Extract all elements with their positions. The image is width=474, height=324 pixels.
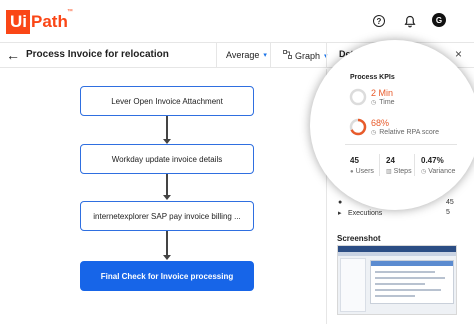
close-icon[interactable]: ×: [455, 47, 462, 61]
score-icon: ◷: [371, 130, 377, 136]
user-icon: ●: [350, 168, 354, 175]
flow-edge: [166, 174, 168, 196]
thumb-line: [375, 289, 441, 291]
variance-value: 0.47%: [421, 156, 444, 165]
thumb-dialog: [370, 260, 454, 304]
arrow-head-icon: [163, 255, 171, 260]
logo-path-text: Path: [31, 12, 68, 31]
logo-ui-text: Ui: [6, 10, 30, 34]
rpa-score-value: 68%: [371, 118, 390, 128]
thumb-sidebar: [340, 258, 366, 312]
screenshot-thumbnail[interactable]: [337, 245, 457, 315]
panel-users-value: 45: [446, 199, 454, 206]
view-dropdown[interactable]: Graph ▾: [283, 50, 328, 61]
time-label: Time: [379, 99, 395, 106]
back-arrow-icon[interactable]: ←: [6, 47, 20, 63]
page-title: Process Invoice for relocation: [26, 49, 169, 60]
steps-label-row: ▥ Steps: [386, 168, 412, 175]
flow-edge: [166, 116, 168, 140]
stat-divider: [379, 154, 380, 176]
users-value: 45: [350, 156, 359, 165]
rpa-label-row: ◷ Relative RPA score: [371, 129, 439, 136]
header-divider: [270, 43, 271, 68]
executions-row: ▸ Executions: [338, 209, 383, 218]
rpa-score-label: Relative RPA score: [379, 129, 440, 136]
uipath-logo[interactable]: Ui Path ™: [6, 9, 73, 35]
flow-node[interactable]: internetexplorer SAP pay invoice billing…: [80, 201, 254, 231]
thumb-line: [375, 295, 415, 297]
metric-dropdown[interactable]: Average ▾: [226, 50, 267, 60]
variance-label: Variance: [428, 168, 456, 175]
thumb-line: [375, 283, 425, 285]
users-label: Users: [355, 168, 374, 175]
thumb-line: [375, 277, 445, 279]
steps-label: Steps: [393, 168, 412, 175]
steps-value: 24: [386, 156, 395, 165]
flow-edge: [166, 231, 168, 256]
arrow-head-icon: [163, 195, 171, 200]
thumb-line: [375, 271, 435, 273]
view-dropdown-label: Graph: [295, 50, 321, 61]
kpi-magnifier: [310, 40, 474, 210]
flow-node[interactable]: Workday update invoice details: [80, 144, 254, 174]
flow-node-final[interactable]: Final Check for Invoice processing: [80, 261, 254, 291]
user-icon: ●: [338, 199, 343, 206]
screenshot-title: Screenshot: [337, 234, 381, 243]
users-label-row: ● Users: [350, 168, 374, 175]
flow-node[interactable]: Lever Open Invoice Attachment: [80, 86, 254, 116]
graph-icon: [283, 50, 292, 61]
thumb-toolbar: [338, 252, 456, 256]
help-icon[interactable]: ?: [373, 15, 385, 27]
chevron-down-icon: ▾: [263, 52, 267, 59]
top-bar: Ui Path ™ ? G: [0, 0, 474, 42]
logo-trademark: ™: [66, 9, 73, 15]
time-label-row: ◷ Time: [371, 99, 395, 106]
header-divider: [326, 43, 327, 68]
thumb-dialog-bar: [371, 261, 453, 266]
time-ring-icon: [349, 88, 367, 106]
header-divider: [216, 43, 217, 68]
executions-icon: ▸: [338, 210, 342, 217]
steps-icon: ▥: [386, 169, 392, 175]
bell-icon[interactable]: [403, 14, 417, 28]
kpi-divider: [345, 144, 457, 145]
clock-icon: ◷: [371, 100, 377, 106]
variance-label-row: ◷ Variance: [421, 168, 455, 175]
stat-divider: [414, 154, 415, 176]
avatar[interactable]: G: [432, 13, 446, 27]
rpa-score-ring-icon: [349, 118, 367, 136]
panel-users-row: ●: [338, 199, 348, 206]
kpi-title: Process KPIs: [350, 74, 395, 81]
executions-label: Executions: [348, 209, 383, 217]
metric-dropdown-label: Average: [226, 50, 260, 60]
variance-icon: ◷: [421, 169, 427, 175]
time-value: 2 Min: [371, 88, 394, 98]
executions-value: 5: [446, 209, 450, 216]
